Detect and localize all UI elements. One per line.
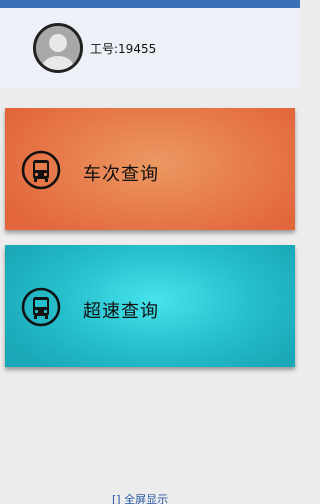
speeding-query-label: 超速查询 [83, 301, 159, 322]
profile-header: 工号:19455 [0, 8, 300, 88]
fullscreen-bar[interactable]: [] 全屏显示 [0, 490, 300, 504]
bus-icon [21, 287, 61, 327]
fullscreen-label: [] 全屏显示 [112, 493, 169, 504]
speeding-query-card[interactable]: 超速查询 [5, 245, 295, 367]
bus-icon [21, 150, 61, 190]
user-avatar-icon [36, 26, 80, 70]
train-query-card[interactable]: 车次查询 [5, 108, 295, 230]
train-query-label: 车次查询 [83, 164, 159, 185]
avatar[interactable] [33, 23, 83, 73]
status-strip [0, 0, 300, 8]
employee-id-label: 工号:19455 [90, 42, 157, 56]
